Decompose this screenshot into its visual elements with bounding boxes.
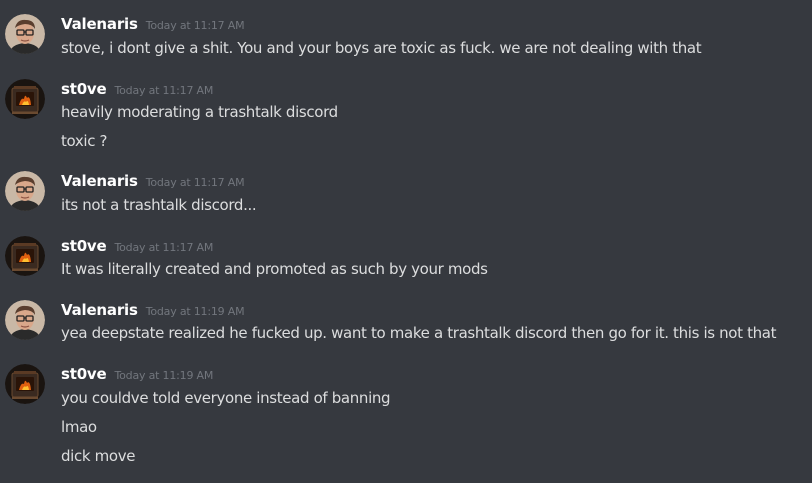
timestamp[interactable]: Today at 11:17 AM xyxy=(146,176,245,189)
message-text: toxic ? xyxy=(61,132,108,150)
username[interactable]: st0ve xyxy=(61,80,107,98)
message-text: its not a trashtalk discord... xyxy=(61,196,257,214)
message-text: lmao xyxy=(61,418,97,436)
message-text: you couldve told everyone instead of ban… xyxy=(61,389,391,407)
message-text: dick move xyxy=(61,447,136,465)
avatar-person-icon[interactable] xyxy=(5,171,45,211)
avatar-fireplace-icon[interactable] xyxy=(5,79,45,119)
avatar-fireplace-icon[interactable] xyxy=(5,236,45,276)
username[interactable]: st0ve xyxy=(61,237,107,255)
message-header: Valenaris Today at 11:19 AM xyxy=(61,300,245,320)
message-text: heavily moderating a trashtalk discord xyxy=(61,103,338,121)
timestamp[interactable]: Today at 11:17 AM xyxy=(115,241,214,254)
message-header: st0ve Today at 11:19 AM xyxy=(61,364,213,384)
timestamp[interactable]: Today at 11:17 AM xyxy=(146,19,245,32)
message-header: Valenaris Today at 11:17 AM xyxy=(61,14,245,34)
chat-messages: Valenaris Today at 11:17 AM stove, i dont… xyxy=(0,0,812,483)
message-text: stove, i dont give a shit. You and your … xyxy=(61,39,702,57)
message-text: yea deepstate realized he fucked up. wan… xyxy=(61,324,777,342)
message-header: st0ve Today at 11:17 AM xyxy=(61,79,213,99)
username[interactable]: Valenaris xyxy=(61,301,138,319)
avatar-person-icon[interactable] xyxy=(5,300,45,340)
username[interactable]: Valenaris xyxy=(61,15,138,33)
username[interactable]: Valenaris xyxy=(61,172,138,190)
timestamp[interactable]: Today at 11:17 AM xyxy=(115,84,214,97)
username[interactable]: st0ve xyxy=(61,365,107,383)
timestamp[interactable]: Today at 11:19 AM xyxy=(146,305,245,318)
message-text: It was literally created and promoted as… xyxy=(61,260,488,278)
message-header: Valenaris Today at 11:17 AM xyxy=(61,171,245,191)
avatar-fireplace-icon[interactable] xyxy=(5,364,45,404)
avatar-person-icon[interactable] xyxy=(5,14,45,54)
message-header: st0ve Today at 11:17 AM xyxy=(61,236,213,256)
timestamp[interactable]: Today at 11:19 AM xyxy=(115,369,214,382)
